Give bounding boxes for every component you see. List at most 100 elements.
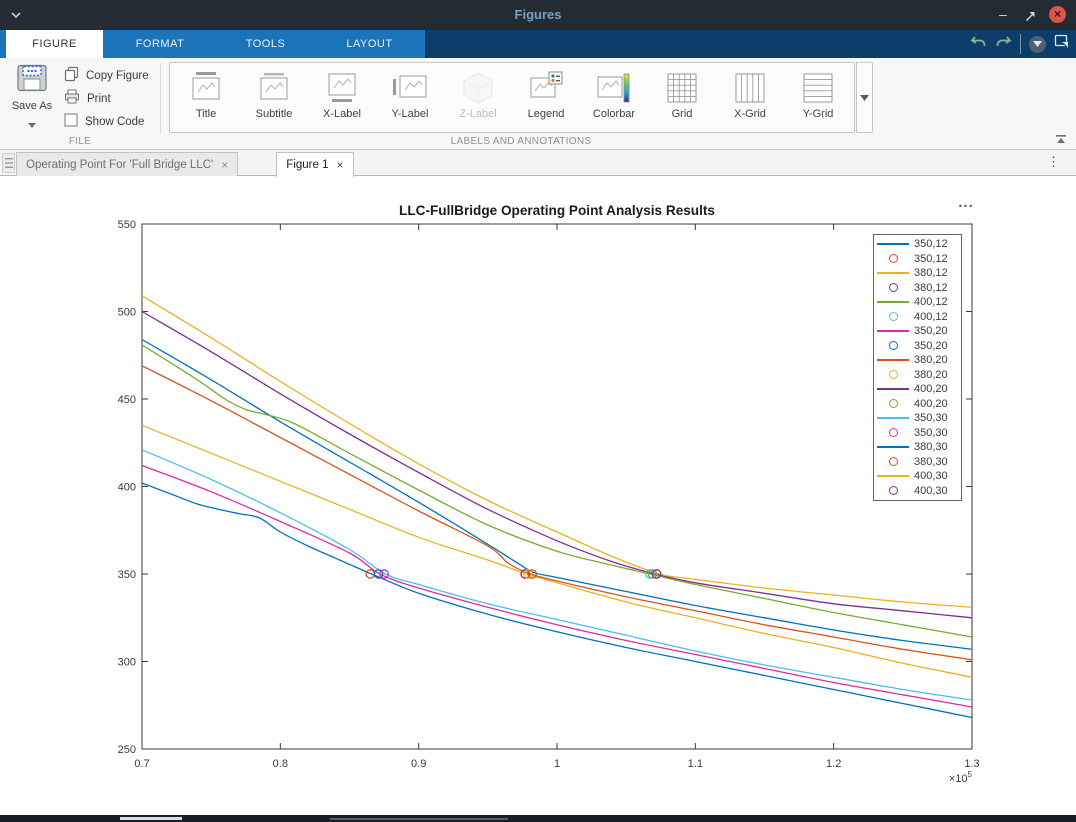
tabbar-overflow-menu[interactable]: ⋮: [1047, 154, 1060, 170]
y-label-label: Y-Label: [392, 108, 429, 120]
print-icon: [64, 89, 80, 109]
colorbar-label: Colorbar: [593, 108, 635, 120]
legend-label: Legend: [528, 108, 565, 120]
gallery-item-colorbar[interactable]: Colorbar: [580, 65, 648, 130]
legend-entry-label: 350,12: [912, 238, 948, 250]
undo-icon[interactable]: [970, 34, 987, 54]
copy-figure-button[interactable]: Copy Figure: [64, 66, 149, 86]
legend-entry[interactable]: 350,12: [874, 237, 961, 252]
document-tab-2[interactable]: Figure 1 ×: [276, 152, 353, 177]
legend-entry[interactable]: 380,20: [874, 353, 961, 368]
document-tab-label: Figure 1: [286, 159, 328, 171]
gallery-item-grid[interactable]: Grid: [648, 65, 716, 130]
close-button[interactable]: ×: [1049, 6, 1066, 23]
legend-line-swatch: [874, 388, 912, 390]
legend-entry[interactable]: 350,20: [874, 339, 961, 354]
legend-entry[interactable]: 380,12: [874, 266, 961, 281]
x-label-icon: [323, 68, 361, 108]
legend-entry[interactable]: 350,30: [874, 411, 961, 426]
legend-entry-label: 380,30: [912, 441, 948, 453]
colorbar-icon: [595, 68, 633, 108]
legend-entry[interactable]: 400,30: [874, 484, 961, 499]
legend-entry[interactable]: 400,20: [874, 397, 961, 412]
document-tab-1[interactable]: Operating Point For 'Full Bridge LLC'×: [16, 152, 238, 176]
legend-entry-label: 380,20: [912, 369, 948, 381]
document-tabbar: Operating Point For 'Full Bridge LLC'× Fi…: [0, 150, 1076, 176]
gallery-item-subtitle[interactable]: Subtitle: [240, 65, 308, 130]
legend-entry[interactable]: 350,30: [874, 426, 961, 441]
legend-marker-swatch: [874, 457, 912, 466]
series-line-400-20: [142, 312, 972, 618]
y-label-icon: [391, 68, 429, 108]
gallery-item-legend[interactable]: Legend: [512, 65, 580, 130]
legend-entry-label: 400,12: [912, 311, 948, 323]
collapse-ribbon-button[interactable]: [1051, 132, 1071, 146]
save-as-icon: [8, 64, 56, 97]
ribbon-tab-figure[interactable]: FIGURE: [6, 30, 103, 58]
save-as-button[interactable]: Save As: [8, 64, 56, 133]
legend-marker-swatch: [874, 399, 912, 408]
help-dropdown-button[interactable]: [1029, 36, 1046, 53]
legend-entry[interactable]: 350,12: [874, 252, 961, 267]
y-grid-label: Y-Grid: [803, 108, 834, 120]
legend-line-swatch: [874, 301, 912, 303]
series-line-400-12: [142, 345, 972, 637]
ribbon-tab-layout[interactable]: LAYOUT: [314, 30, 425, 58]
labels-annotations-section-label: LABELS AND ANNOTATIONS: [169, 136, 873, 147]
restore-button[interactable]: [1025, 9, 1036, 27]
gallery-item-y-label[interactable]: Y-Label: [376, 65, 444, 130]
legend-entry[interactable]: 380,30: [874, 455, 961, 470]
grid-label: Grid: [672, 108, 693, 120]
legend-entry-label: 350,12: [912, 253, 948, 265]
series-line-350-12: [142, 483, 972, 718]
x-grid-icon: [731, 68, 769, 108]
legend-entry[interactable]: 400,12: [874, 310, 961, 325]
print-button[interactable]: Print: [64, 89, 111, 109]
legend-marker-swatch: [874, 312, 912, 321]
x-tick-label: 1.2: [826, 758, 841, 770]
x-tick-label: 0.8: [273, 758, 288, 770]
show-code-label: Show Code: [85, 116, 144, 128]
gallery-item-y-grid[interactable]: Y-Grid: [784, 65, 852, 130]
ribbon-tab-tools[interactable]: TOOLS: [217, 30, 314, 58]
ribbon-toolbar: Save As Copy Figure Print Show Code FILE…: [0, 58, 1076, 150]
legend-entry[interactable]: 400,30: [874, 469, 961, 484]
legend-entry[interactable]: 380,30: [874, 440, 961, 455]
gallery-item-x-grid[interactable]: X-Grid: [716, 65, 784, 130]
gallery-dropdown-button[interactable]: [856, 62, 873, 133]
copy-figure-label: Copy Figure: [86, 70, 149, 82]
legend-line-swatch: [874, 272, 912, 274]
x-tick-label: 1.3: [964, 758, 979, 770]
legend-marker-swatch: [874, 428, 912, 437]
plot-legend[interactable]: 350,12350,12380,12380,12400,12400,12350,…: [873, 234, 962, 501]
tab-close-icon[interactable]: ×: [336, 158, 343, 172]
ribbon-tabs: FIGUREFORMATTOOLSLAYOUT: [6, 30, 425, 58]
legend-entry-label: 400,30: [912, 470, 948, 482]
y-tick-label: 350: [118, 569, 136, 581]
subtitle-icon: [255, 68, 293, 108]
popout-window-icon[interactable]: [1054, 34, 1070, 54]
show-code-checkbox[interactable]: Show Code: [64, 112, 144, 132]
ribbon-tab-format[interactable]: FORMAT: [103, 30, 217, 58]
legend-entry-label: 380,12: [912, 267, 948, 279]
legend-entry[interactable]: 380,20: [874, 368, 961, 383]
legend-entry[interactable]: 380,12: [874, 281, 961, 296]
legend-entry[interactable]: 350,20: [874, 324, 961, 339]
legend-line-swatch: [874, 475, 912, 477]
legend-marker-swatch: [874, 370, 912, 379]
gallery-item-title[interactable]: Title: [172, 65, 240, 130]
tab-grip-handle[interactable]: [2, 153, 15, 173]
y-tick-label: 500: [118, 307, 136, 319]
subtitle-label: Subtitle: [256, 108, 293, 120]
redo-icon[interactable]: [995, 34, 1012, 54]
legend-entry[interactable]: 400,12: [874, 295, 961, 310]
legend-entry[interactable]: 400,20: [874, 382, 961, 397]
tab-close-icon[interactable]: ×: [221, 158, 228, 172]
legend-line-swatch: [874, 446, 912, 448]
gallery-item-x-label[interactable]: X-Label: [308, 65, 376, 130]
save-as-label: Save As: [8, 100, 56, 112]
minimize-button[interactable]: –: [996, 6, 1010, 22]
y-grid-icon: [799, 68, 837, 108]
legend-line-swatch: [874, 330, 912, 332]
legend-entry-label: 400,20: [912, 398, 948, 410]
